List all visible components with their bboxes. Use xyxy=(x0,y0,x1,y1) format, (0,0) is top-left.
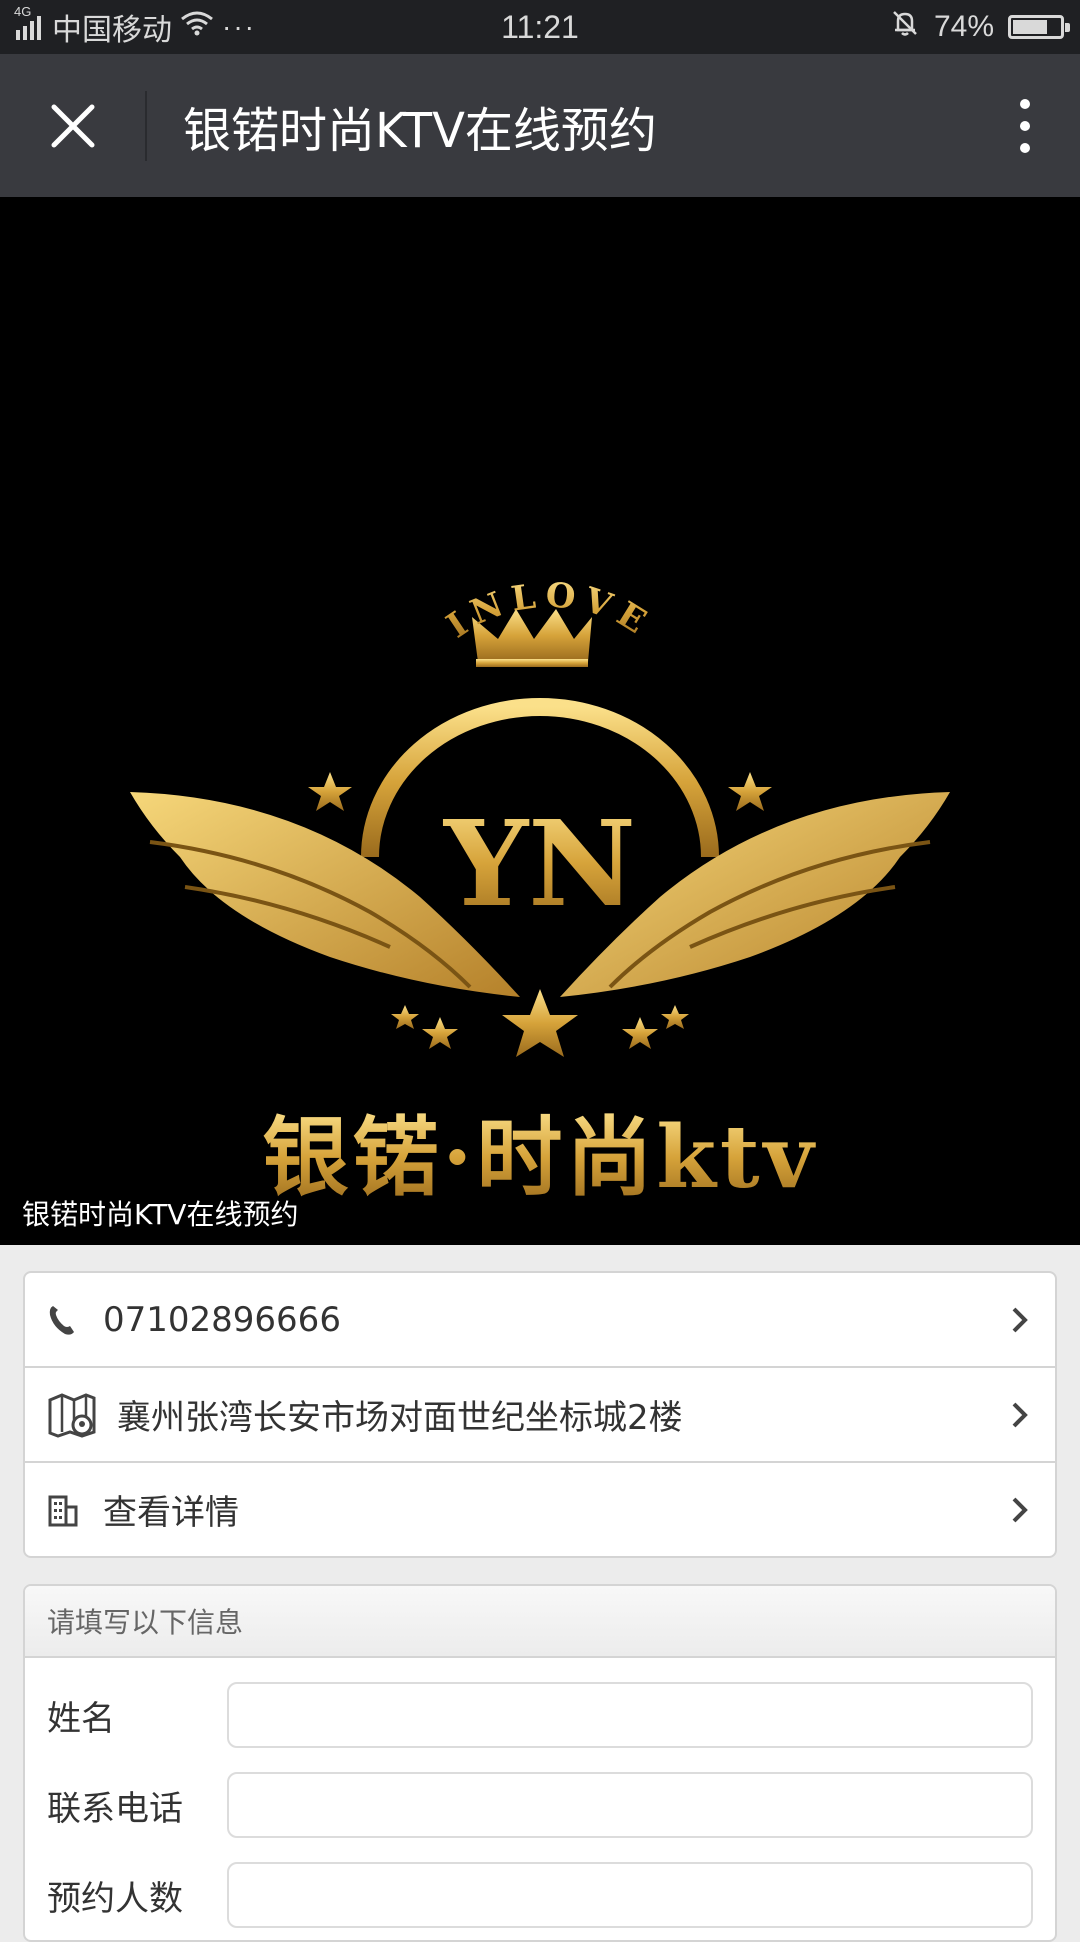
phone-icon xyxy=(47,1303,103,1337)
chevron-right-icon xyxy=(1005,1496,1035,1524)
shop-info-card: 07102896666 襄州张湾长安市场对面世纪坐标城2楼 查看详情 xyxy=(23,1271,1057,1558)
page-title: 银锘时尚KTV在线预约 xyxy=(183,102,657,159)
people-row: 预约人数 xyxy=(25,1850,1055,1940)
people-input[interactable] xyxy=(227,1862,1033,1928)
battery-icon xyxy=(1008,15,1070,39)
phone-label: 联系电话 xyxy=(47,1788,183,1829)
chevron-right-icon xyxy=(1005,1401,1035,1429)
status-time: 11:21 xyxy=(501,8,579,45)
reservation-form: 请填写以下信息 姓名 联系电话 预约人数 xyxy=(23,1584,1057,1942)
close-button[interactable] xyxy=(0,54,145,197)
close-icon xyxy=(51,104,94,147)
banner-image[interactable]: INLOVE YN 银锘·时尚ktv 银锘时尚KTV在线预约 xyxy=(0,197,1080,1245)
people-label: 预约人数 xyxy=(47,1878,183,1919)
more-dot-icon xyxy=(1020,142,1030,153)
more-dot-icon xyxy=(1020,120,1030,131)
name-row: 姓名 xyxy=(25,1670,1055,1760)
more-dot-icon xyxy=(1020,98,1030,109)
logo-brand-text: 银锘·时尚ktv xyxy=(262,1107,817,1208)
form-header: 请填写以下信息 xyxy=(25,1586,1055,1658)
battery-fill xyxy=(1013,20,1048,34)
phone-field-row: 联系电话 xyxy=(25,1760,1055,1850)
status-bar: 4G 中国移动 ··· 11:21 74% xyxy=(0,0,1080,54)
name-input[interactable] xyxy=(227,1682,1033,1748)
title-bar: 银锘时尚KTV在线预约 xyxy=(0,54,1080,197)
details-link: 查看详情 xyxy=(103,1493,239,1533)
phone-input[interactable] xyxy=(227,1772,1033,1838)
logo-monogram: YN xyxy=(442,794,636,933)
nav-divider xyxy=(145,90,147,161)
address-text: 襄州张湾长安市场对面世纪坐标城2楼 xyxy=(117,1398,683,1438)
phone-number: 07102896666 xyxy=(103,1299,341,1340)
name-label: 姓名 xyxy=(47,1698,115,1739)
chevron-right-icon xyxy=(1005,1306,1035,1334)
more-menu-button[interactable] xyxy=(970,54,1080,197)
map-icon xyxy=(47,1392,117,1438)
building-icon xyxy=(47,1493,103,1527)
address-row[interactable]: 襄州张湾长安市场对面世纪坐标城2楼 xyxy=(25,1368,1055,1463)
phone-row[interactable]: 07102896666 xyxy=(25,1273,1055,1368)
banner-caption: 银锘时尚KTV在线预约 xyxy=(22,1198,299,1231)
ktv-logo: INLOVE YN 银锘·时尚ktv xyxy=(130,575,950,1208)
details-row[interactable]: 查看详情 xyxy=(25,1463,1055,1556)
